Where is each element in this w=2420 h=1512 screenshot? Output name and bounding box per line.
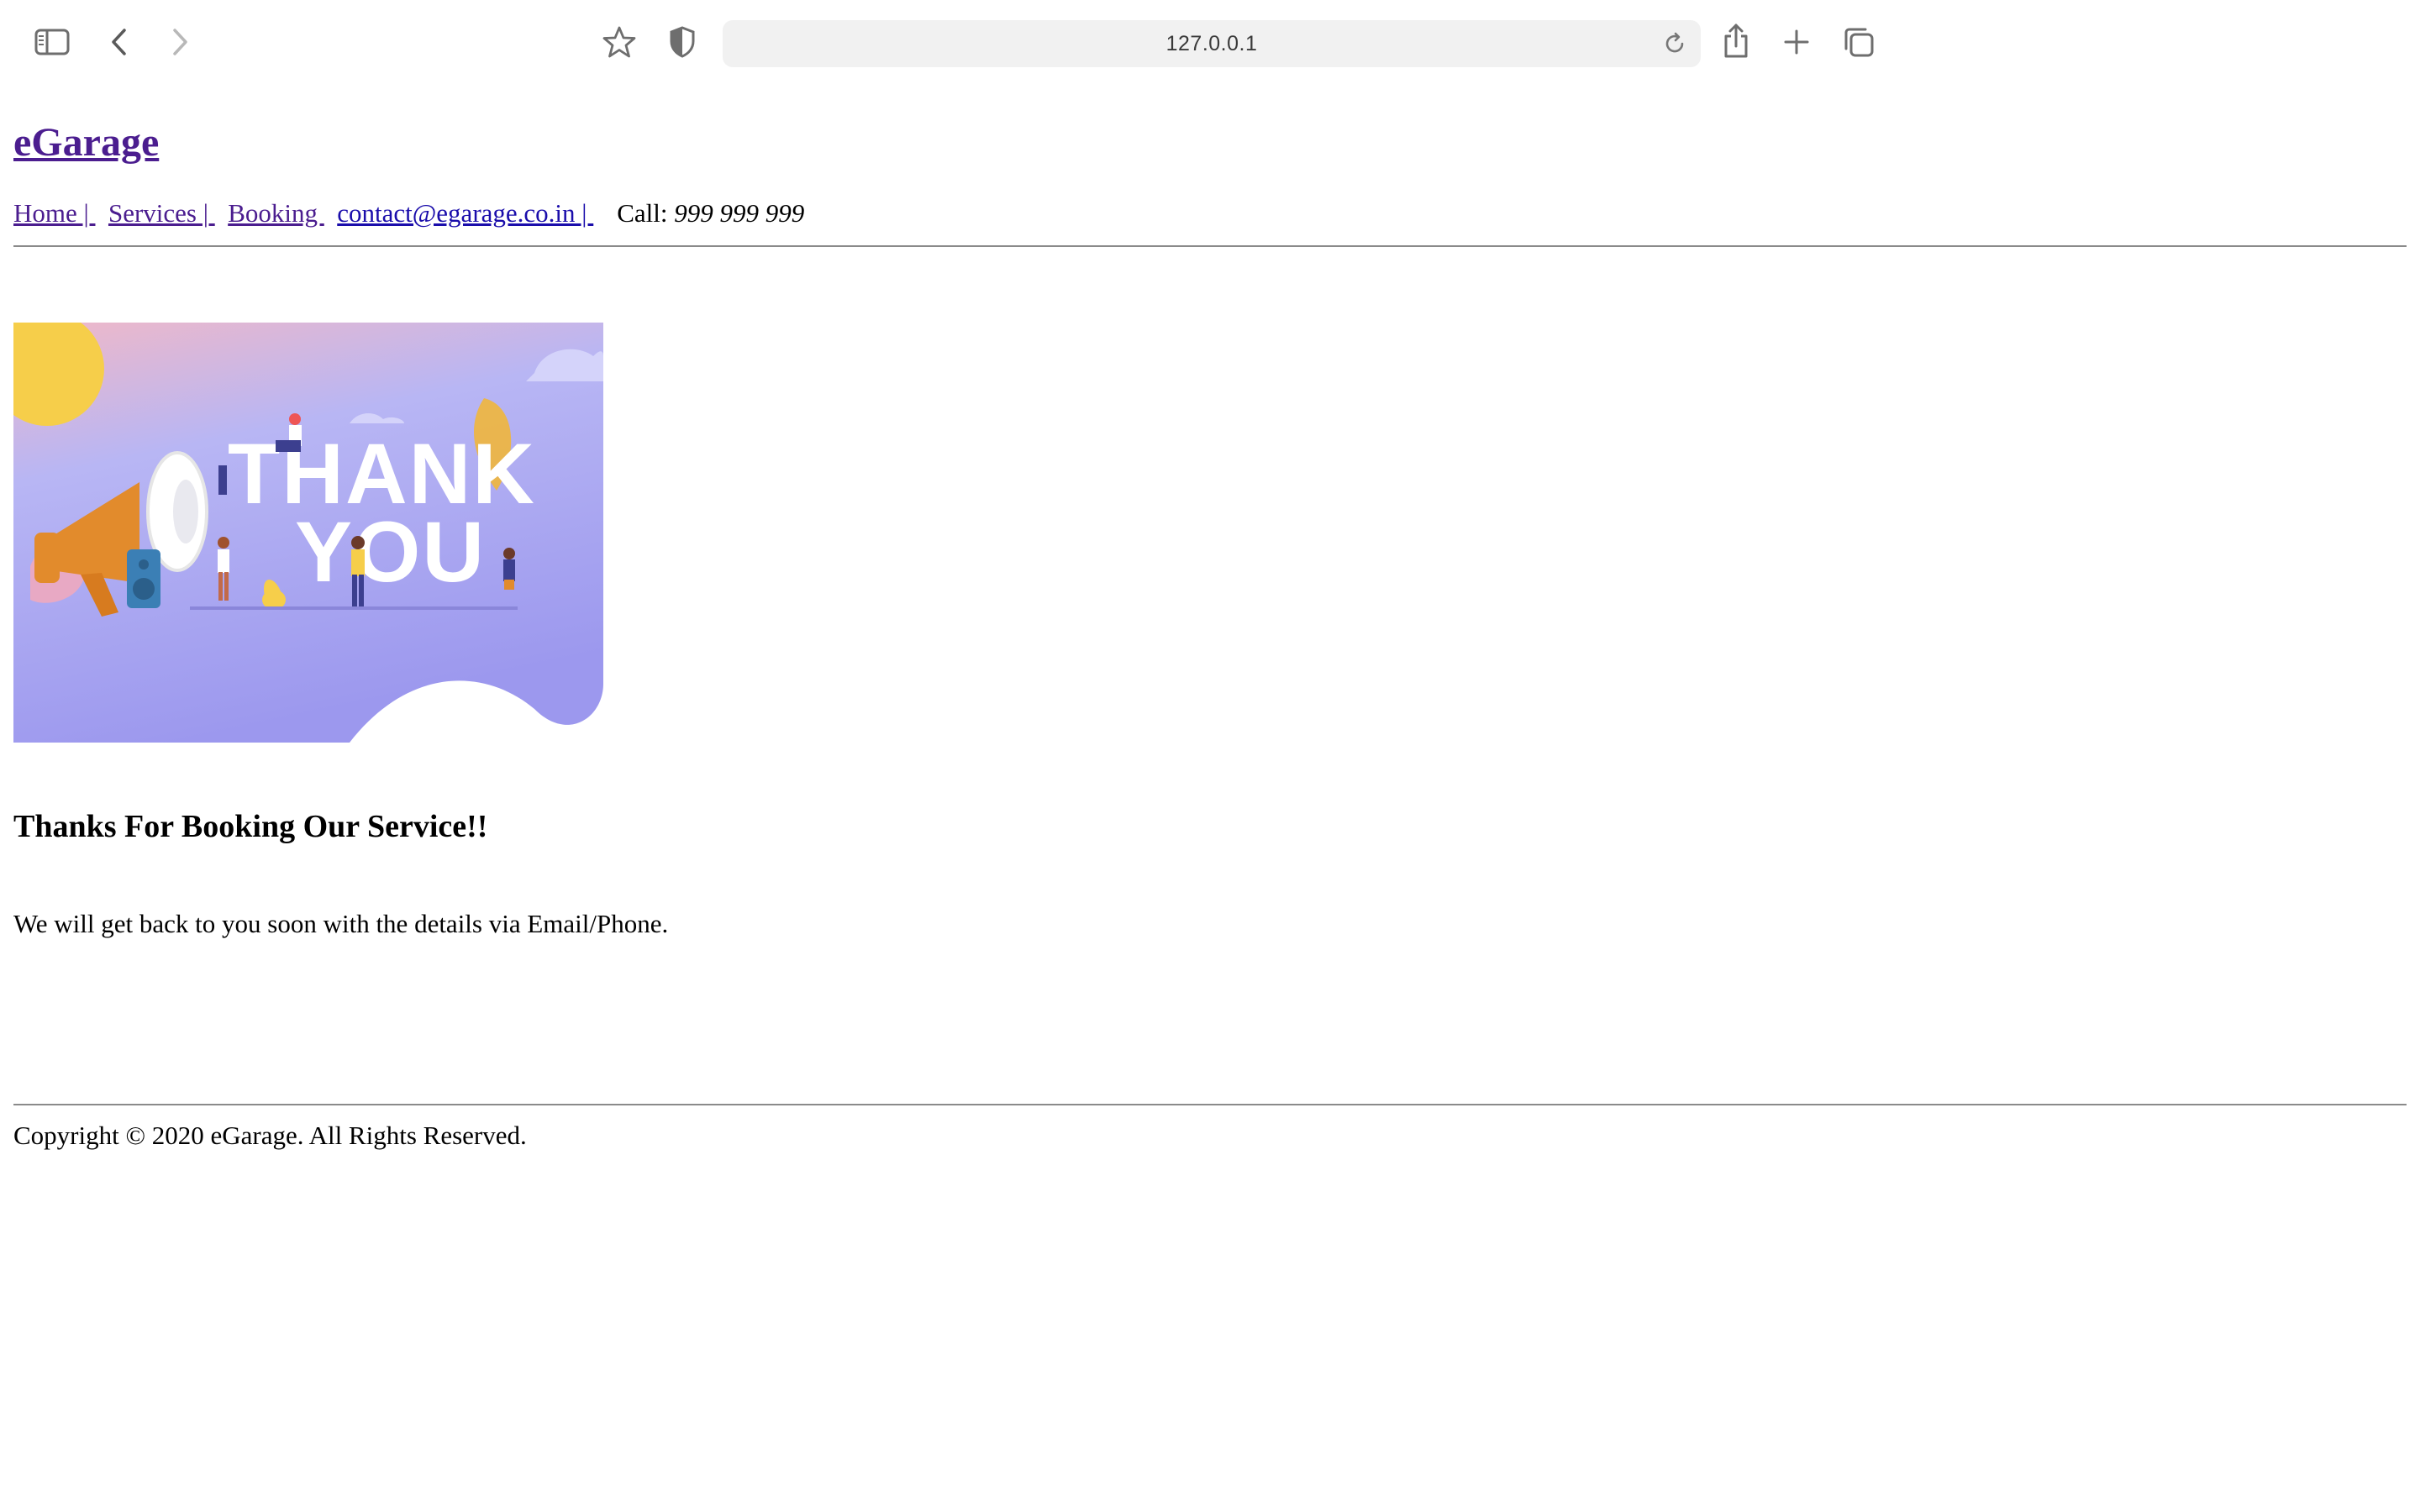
tabs-icon[interactable]: [1842, 25, 1876, 59]
call-label: Call:: [617, 198, 675, 228]
nav-home-link[interactable]: Home |: [13, 197, 95, 230]
footer-divider: [13, 1104, 2407, 1105]
nav-services-link[interactable]: Services |: [108, 197, 215, 230]
back-arrow-icon[interactable]: [104, 27, 134, 57]
star-icon[interactable]: [602, 24, 637, 60]
reload-icon[interactable]: [1662, 31, 1687, 60]
site-title-link[interactable]: eGarage: [13, 120, 159, 165]
call-number: 999 999 999: [674, 198, 805, 228]
shield-icon[interactable]: [667, 25, 697, 59]
site-title: eGarage: [13, 118, 159, 168]
thank-you-illustration: THANK YOU: [0, 312, 603, 743]
copyright-text: Copyright © 2020 eGarage. All Rights Res…: [13, 1121, 527, 1150]
you-text: YOU: [295, 504, 486, 600]
confirmation-message: We will get back to you soon with the de…: [13, 909, 669, 938]
plus-icon[interactable]: [1781, 27, 1812, 57]
forward-arrow-icon[interactable]: [165, 27, 195, 57]
address-bar[interactable]: 127.0.0.1: [723, 20, 1701, 67]
confirmation-heading: Thanks For Booking Our Service!!: [13, 809, 488, 844]
share-icon[interactable]: [1721, 22, 1751, 60]
nav-booking-link[interactable]: Booking: [228, 197, 324, 230]
nav-bar: Home | Services | Booking contact@egarag…: [13, 197, 804, 230]
nav-contact-link[interactable]: contact@egarage.co.in |: [337, 197, 593, 230]
sidebar-icon[interactable]: [32, 27, 72, 57]
browser-toolbar: 127.0.0.1: [0, 0, 2420, 84]
header-divider: [13, 245, 2407, 247]
url-text: 127.0.0.1: [1165, 31, 1258, 55]
